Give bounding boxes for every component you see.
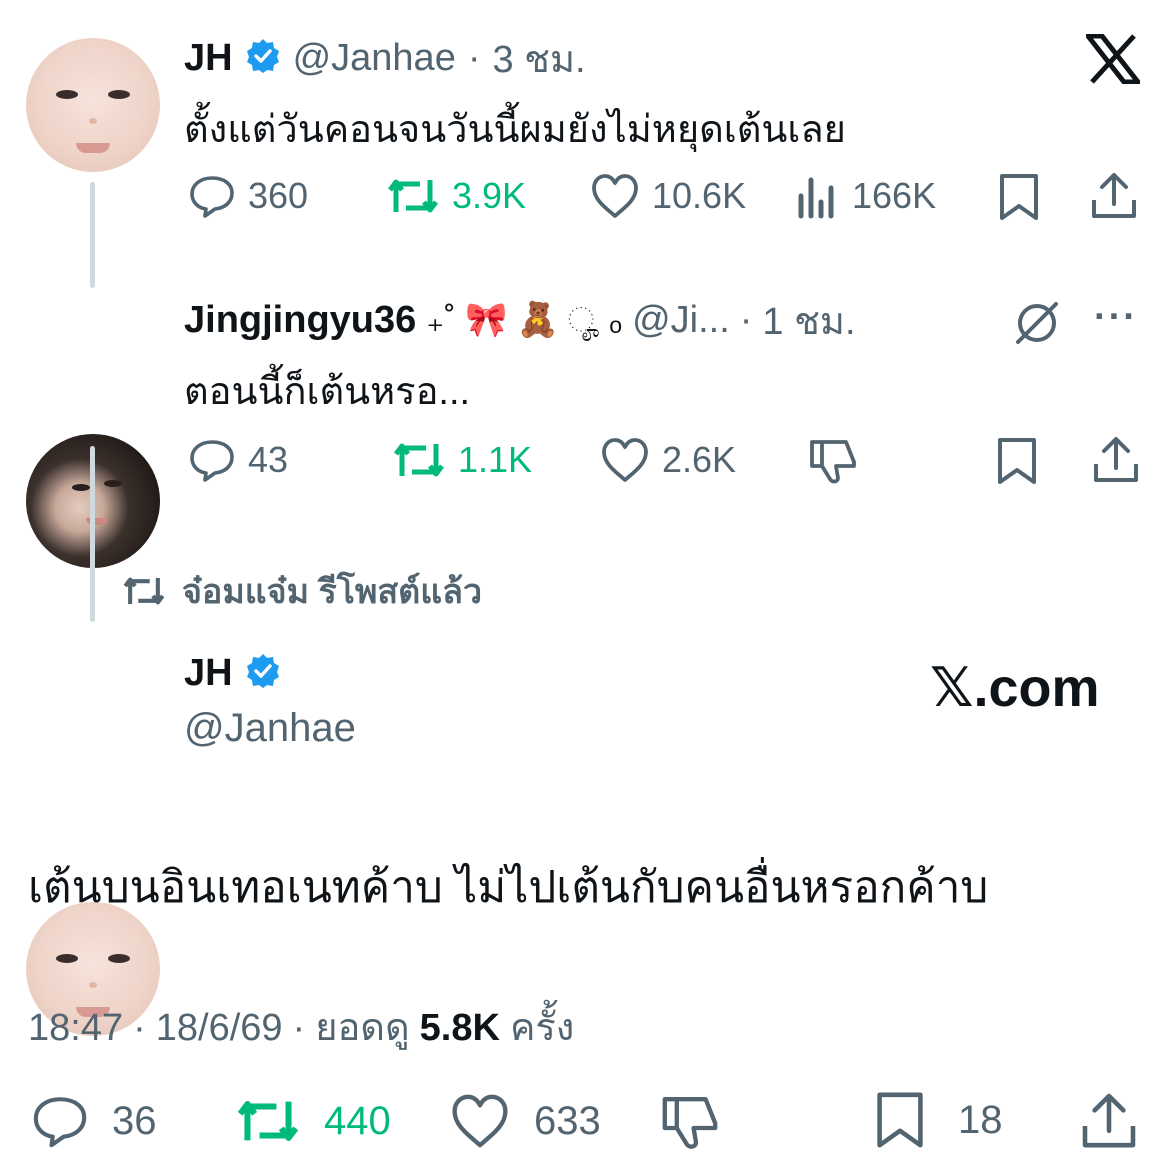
reply-count: 43 bbox=[248, 439, 289, 480]
views-suffix: ครั้ง bbox=[509, 1007, 575, 1049]
tweet-header: JH bbox=[184, 652, 281, 695]
display-name[interactable]: JH bbox=[184, 652, 233, 695]
views-label: ยอดดู bbox=[315, 1007, 410, 1049]
share-button[interactable] bbox=[1090, 170, 1138, 225]
verified-badge-icon bbox=[245, 38, 281, 79]
dislike-icon bbox=[662, 1097, 718, 1149]
bookmark-button[interactable]: 18 bbox=[872, 1090, 1003, 1150]
bookmark-icon bbox=[1000, 174, 1038, 220]
reply-icon bbox=[190, 440, 234, 482]
retweet-button[interactable]: 3.9K bbox=[386, 172, 526, 220]
like-icon bbox=[452, 1094, 508, 1148]
like-count: 633 bbox=[534, 1098, 601, 1143]
views-count: 166K bbox=[852, 175, 937, 216]
dislike-icon bbox=[810, 440, 856, 484]
like-button[interactable]: 2.6K bbox=[600, 436, 736, 484]
reply-count: 36 bbox=[112, 1098, 157, 1143]
thread-line bbox=[90, 446, 95, 622]
timestamp[interactable]: 1 ชม. bbox=[762, 290, 855, 351]
like-button[interactable]: 10.6K bbox=[590, 172, 746, 220]
handle[interactable]: @Ji... bbox=[632, 299, 730, 342]
views-count[interactable]: 5.8K bbox=[420, 1007, 500, 1050]
retweet-icon bbox=[123, 577, 165, 605]
thread-line bbox=[90, 182, 95, 288]
views-button[interactable]: 166K bbox=[796, 172, 936, 220]
share-icon bbox=[1094, 437, 1138, 482]
bookmark-button[interactable] bbox=[994, 436, 1040, 491]
separator: · bbox=[133, 1007, 146, 1049]
display-name[interactable]: Jingjingyu36 bbox=[184, 299, 416, 342]
reply-button[interactable]: 43 bbox=[188, 436, 288, 484]
separator: · bbox=[467, 36, 481, 79]
retweet-button[interactable]: 1.1K bbox=[392, 436, 532, 484]
like-icon bbox=[592, 174, 638, 218]
grok-icon[interactable] bbox=[1012, 298, 1062, 353]
repost-label: จ๋อมแจ๋ม รีโพสต์แล้ว bbox=[182, 573, 483, 611]
retweet-icon bbox=[394, 443, 444, 477]
reply-count: 360 bbox=[248, 175, 309, 216]
bookmark-button[interactable] bbox=[996, 172, 1042, 227]
like-count: 10.6K bbox=[652, 175, 747, 216]
name-decoration: ₊˚ 🎀 🧸 ೄ ₒ bbox=[426, 301, 623, 339]
brand-label: 𝕏.com bbox=[930, 658, 1100, 718]
retweet-icon bbox=[388, 179, 438, 213]
tweet-text: ตอนนี้ก็เต้นหรอ... bbox=[184, 371, 471, 413]
share-button[interactable] bbox=[1092, 434, 1140, 489]
reply-icon bbox=[33, 1097, 87, 1148]
share-icon bbox=[1092, 173, 1136, 218]
retweet-count: 440 bbox=[324, 1098, 391, 1143]
share-button[interactable] bbox=[1080, 1090, 1138, 1155]
tweet-text: เต้นบนอินเทอเนทค้าบ ไม่ไปเต้นกับคนอื่นหร… bbox=[28, 863, 989, 912]
retweet-button[interactable]: 440 bbox=[234, 1092, 391, 1150]
avatar[interactable] bbox=[26, 38, 160, 172]
dislike-button[interactable] bbox=[660, 1092, 720, 1157]
reply-button[interactable]: 360 bbox=[188, 172, 308, 220]
bookmark-count: 18 bbox=[958, 1097, 1003, 1142]
tweet-header: JH @Janhae · 3 ชม. bbox=[184, 34, 586, 82]
bookmark-icon bbox=[998, 438, 1036, 484]
handle[interactable]: @Janhae bbox=[184, 706, 356, 751]
views-icon bbox=[798, 177, 834, 219]
dislike-button[interactable] bbox=[808, 436, 858, 491]
tweet-text: ตั้งแต่วันคอนจนวันนี้ผมยังไม่หยุดเต้นเลย bbox=[184, 109, 846, 151]
tweet-time[interactable]: 18:47 bbox=[28, 1007, 123, 1050]
tweet-date[interactable]: 18/6/69 bbox=[156, 1007, 283, 1050]
retweet-icon bbox=[237, 1101, 299, 1141]
handle[interactable]: @Janhae bbox=[293, 37, 456, 80]
retweet-count: 3.9K bbox=[452, 175, 527, 216]
tweet-meta: 18:47 · 18/6/69 · ยอดดู 5.8K ครั้ง bbox=[28, 996, 574, 1057]
more-icon[interactable]: ··· bbox=[1094, 296, 1138, 339]
timestamp[interactable]: 3 ชม. bbox=[492, 28, 585, 89]
bookmark-icon bbox=[877, 1092, 923, 1148]
tweet-header: Jingjingyu36 ₊˚ 🎀 🧸 ೄ ₒ @Ji... · 1 ชม. bbox=[184, 296, 856, 344]
like-icon bbox=[602, 438, 648, 482]
repost-banner[interactable]: จ๋อมแจ๋ม รีโพสต์แล้ว bbox=[122, 564, 482, 618]
retweet-count: 1.1K bbox=[458, 439, 533, 480]
like-button[interactable]: 633 bbox=[448, 1092, 601, 1150]
x-logo-icon[interactable] bbox=[1082, 33, 1144, 85]
separator: · bbox=[292, 1007, 306, 1049]
display-name[interactable]: JH bbox=[184, 37, 233, 80]
separator: · bbox=[739, 298, 753, 341]
share-icon bbox=[1082, 1093, 1136, 1148]
like-count: 2.6K bbox=[662, 439, 737, 480]
reply-icon bbox=[190, 176, 234, 218]
reply-button[interactable]: 36 bbox=[30, 1092, 157, 1150]
verified-badge-icon bbox=[245, 653, 281, 694]
